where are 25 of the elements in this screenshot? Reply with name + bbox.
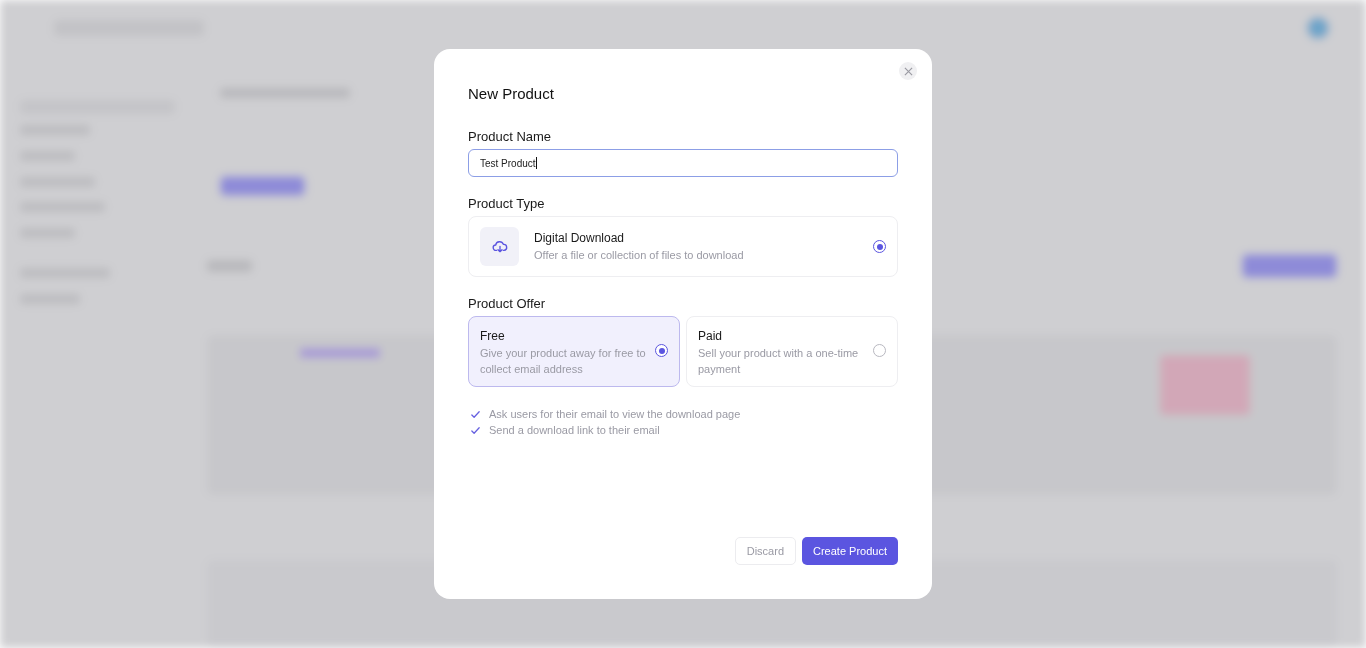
feature-text: Send a download link to their email (489, 423, 660, 437)
field-label: Product Name (468, 129, 552, 144)
close-button[interactable] (899, 62, 917, 80)
section-label: Product Offer (468, 296, 546, 311)
option-description: Give your product away for free to collect email address (480, 346, 647, 377)
close-icon (903, 66, 913, 76)
section-label: Product Type (468, 196, 545, 211)
radio-button[interactable] (873, 240, 886, 253)
feature-text: Ask users for their email to view the download page (489, 407, 741, 421)
option-title: Paid (698, 329, 723, 343)
product-name-field[interactable]: Test Product (468, 149, 898, 177)
text-cursor (535, 157, 537, 169)
option-title: Digital Download (534, 230, 625, 245)
offer-option[interactable]: Paid Sell your product with a one-time payment (686, 316, 898, 387)
option-description: Offer a file or collection of files to download (534, 247, 745, 263)
dialog-title: New Product (468, 85, 555, 102)
option-description: Sell your product with a one-time payment (698, 346, 860, 377)
create-product-button[interactable]: Create Product (802, 537, 898, 565)
cloud-download-icon (491, 238, 508, 255)
option-title: Free (480, 329, 505, 343)
field-value: Test Product (480, 157, 536, 169)
radio-button[interactable] (655, 344, 668, 357)
offer-option[interactable]: Free Give your product away for free to collect email address (468, 316, 680, 387)
radio-button[interactable] (873, 344, 886, 357)
product-type-option[interactable]: Digital Download Offer a file or collection of files to download (468, 216, 898, 277)
